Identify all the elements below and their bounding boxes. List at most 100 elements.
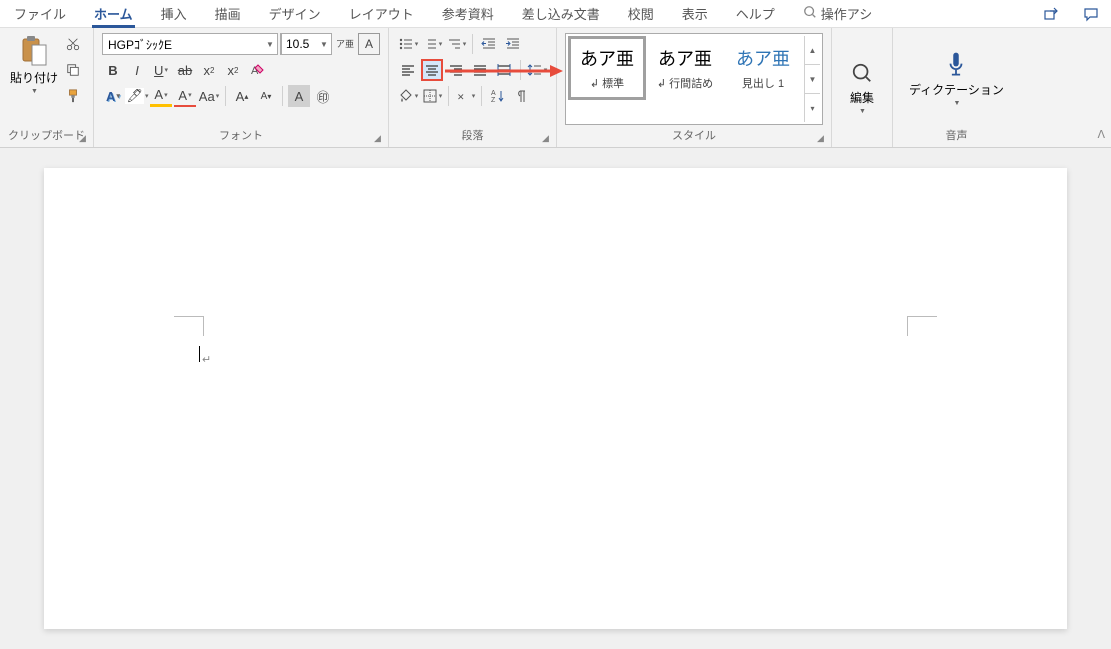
style-name-normal: ↲ 標準 [590, 75, 624, 91]
shrink-font-button[interactable]: A▾ [255, 85, 277, 107]
font-size-value: 10.5 [281, 34, 317, 54]
paragraph-launcher[interactable]: ◢ [542, 133, 554, 145]
bold-button[interactable]: B [102, 59, 124, 81]
microphone-icon [942, 51, 970, 79]
tab-file[interactable]: ファイル [0, 0, 80, 27]
group-label-clipboard: クリップボード [8, 125, 85, 145]
shading-button[interactable]: ▾ [397, 85, 419, 107]
tab-mailings[interactable]: 差し込み文書 [508, 0, 614, 27]
chevron-down-icon: ▼ [859, 108, 866, 115]
styles-launcher[interactable]: ◢ [817, 133, 829, 145]
align-right-button[interactable] [445, 59, 467, 81]
subscript-button[interactable]: x2 [198, 59, 220, 81]
paste-label: 貼り付け [10, 69, 58, 86]
svg-text:Z: Z [491, 97, 496, 104]
font-name-value: HGPｺﾞｼｯｸE [103, 34, 263, 54]
font-name-combo[interactable]: HGPｺﾞｼｯｸE ▼ [102, 33, 278, 55]
style-preview: あア亜 [580, 45, 634, 71]
clear-formatting-button[interactable]: A [246, 59, 268, 81]
font-size-combo[interactable]: 10.5 ▼ [280, 33, 332, 55]
tab-home[interactable]: ホーム [80, 0, 147, 27]
asian-layout-button[interactable]: ✕▾ [454, 85, 476, 107]
text-cursor [199, 346, 200, 362]
style-name-heading1: 見出し 1 [742, 75, 784, 91]
distribute-button[interactable] [493, 59, 515, 81]
align-left-button[interactable] [397, 59, 419, 81]
format-painter-button[interactable] [66, 89, 84, 107]
underline-button[interactable]: U▾ [150, 59, 172, 81]
group-paragraph: ▾ ▾ ▾ ▾ ▾ ▾ ✕▾ [389, 28, 557, 147]
numbering-button[interactable]: ▾ [421, 33, 443, 55]
group-voice: ディクテーション ▼ 音声 [893, 28, 1020, 147]
group-label-voice: 音声 [901, 125, 1012, 145]
sort-button[interactable]: AZ [487, 85, 509, 107]
decrease-indent-button[interactable] [478, 33, 500, 55]
justify-button[interactable] [469, 59, 491, 81]
bullets-button[interactable]: ▾ [397, 33, 419, 55]
increase-indent-button[interactable] [502, 33, 524, 55]
style-nospace[interactable]: あア亜 ↲ 行間詰め [646, 36, 724, 100]
svg-text:A: A [491, 90, 496, 97]
group-label-font: フォント [102, 125, 380, 145]
dictation-label: ディクテーション [909, 81, 1004, 98]
chevron-down-icon[interactable]: ▼ [317, 34, 331, 54]
group-clipboard: 貼り付け ▼ クリップボード ◢ [0, 28, 94, 147]
align-center-button[interactable] [421, 59, 443, 81]
group-styles: あア亜 ↲ 標準 あア亜 ↲ 行間詰め あア亜 見出し 1 ▲ ▼ ▾ スタイル [557, 28, 832, 147]
enclose-char-button[interactable]: ㊞ [312, 85, 334, 107]
dictation-button[interactable]: ディクテーション ▼ [901, 33, 1012, 125]
chevron-down-icon[interactable]: ▼ [263, 34, 277, 54]
line-spacing-button[interactable]: ▾ [526, 59, 548, 81]
highlight-button[interactable]: 🖊▾ [126, 85, 148, 107]
tab-draw[interactable]: 描画 [201, 0, 255, 27]
editing-button[interactable]: 編集 ▼ [840, 33, 884, 141]
tab-help[interactable]: ヘルプ [722, 0, 789, 27]
font-color-button[interactable]: A▾ [174, 85, 196, 107]
strikethrough-button[interactable]: ab [174, 59, 196, 81]
chevron-down-icon: ▼ [953, 100, 960, 107]
text-effects-button[interactable]: A▾ [102, 85, 124, 107]
tab-references[interactable]: 参考資料 [428, 0, 508, 27]
style-scroll-up[interactable]: ▲ [805, 36, 820, 65]
cut-button[interactable] [66, 37, 84, 55]
italic-button[interactable]: I [126, 59, 148, 81]
editing-label: 編集 [850, 89, 874, 106]
ruby-button[interactable]: ア亜 [334, 33, 356, 55]
style-preview: あア亜 [736, 45, 790, 71]
change-case-button[interactable]: Aa▾ [198, 85, 220, 107]
style-scroll-down[interactable]: ▼ [805, 65, 820, 94]
tab-layout[interactable]: レイアウト [335, 0, 428, 27]
comments-button[interactable] [1071, 0, 1111, 28]
style-gallery-expand[interactable]: ▾ [805, 94, 820, 122]
menu-tabs-bar: ファイル ホーム 挿入 描画 デザイン レイアウト 参考資料 差し込み文書 校閲… [0, 0, 1111, 28]
show-hide-marks-button[interactable] [511, 85, 533, 107]
share-button[interactable] [1031, 0, 1071, 28]
group-label-styles: スタイル [565, 125, 823, 145]
tab-review[interactable]: 校閲 [614, 0, 668, 27]
tab-design[interactable]: デザイン [255, 0, 335, 27]
style-normal[interactable]: あア亜 ↲ 標準 [568, 36, 646, 100]
char-highlight-button[interactable]: A [288, 85, 310, 107]
group-editing: 編集 ▼ [832, 28, 893, 147]
borders-button[interactable]: ▾ [421, 85, 443, 107]
titlebar-right [1031, 0, 1111, 27]
svg-text:✕: ✕ [457, 92, 465, 102]
tell-me-search[interactable]: 操作アシ [789, 0, 886, 27]
tab-view[interactable]: 表示 [668, 0, 722, 27]
collapse-ribbon-button[interactable]: ᐱ [1097, 128, 1105, 141]
copy-button[interactable] [66, 63, 84, 81]
font-launcher[interactable]: ◢ [374, 133, 386, 145]
margin-corner-tl [174, 316, 204, 336]
clipboard-launcher[interactable]: ◢ [79, 133, 91, 145]
tab-insert[interactable]: 挿入 [147, 0, 201, 27]
char-border-button[interactable]: A [358, 33, 380, 55]
paste-button[interactable]: 貼り付け ▼ [8, 33, 60, 97]
style-heading1[interactable]: あア亜 見出し 1 [724, 36, 802, 100]
superscript-button[interactable]: x2 [222, 59, 244, 81]
multilevel-list-button[interactable]: ▾ [445, 33, 467, 55]
search-icon [803, 5, 817, 22]
group-font: HGPｺﾞｼｯｸE ▼ 10.5 ▼ ア亜 A B I U▾ ab x2 x2 … [94, 28, 389, 147]
page[interactable]: ↵ [44, 168, 1067, 629]
char-shading-button[interactable]: A▾ [150, 85, 172, 107]
grow-font-button[interactable]: A▴ [231, 85, 253, 107]
